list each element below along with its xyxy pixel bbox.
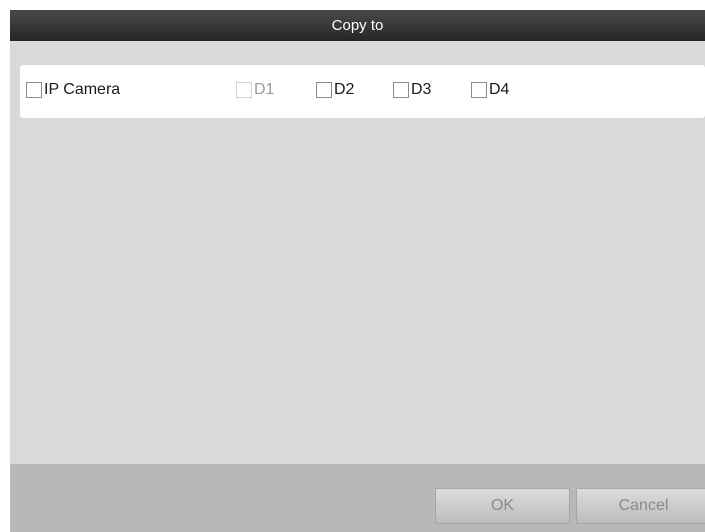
- ok-button[interactable]: OK: [435, 488, 570, 524]
- checkbox-icon: [26, 82, 42, 98]
- channel-d2-checkbox[interactable]: D2: [316, 80, 354, 100]
- channel-label: D2: [334, 81, 355, 98]
- channel-label: D3: [411, 81, 432, 98]
- dialog-title: Copy to: [10, 10, 705, 41]
- ip-camera-checkbox[interactable]: IP Camera: [26, 80, 120, 100]
- channel-selection-row: IP Camera D1 D2 D3 D4: [20, 65, 705, 118]
- checkbox-icon: [316, 82, 332, 98]
- channel-label: D4: [489, 81, 510, 98]
- channel-label: D1: [254, 81, 275, 98]
- copy-to-dialog: Copy to IP Camera D1 D2 D3 D4 OK Cancel: [10, 10, 705, 532]
- ip-camera-label: IP Camera: [44, 81, 121, 98]
- checkbox-icon: [471, 82, 487, 98]
- channel-d4-checkbox[interactable]: D4: [471, 80, 509, 100]
- checkbox-icon: [393, 82, 409, 98]
- checkbox-icon: [236, 82, 252, 98]
- channel-d1-checkbox: D1: [236, 80, 274, 100]
- channel-d3-checkbox[interactable]: D3: [393, 80, 431, 100]
- cancel-button[interactable]: Cancel: [576, 488, 705, 524]
- dialog-footer: OK Cancel: [10, 464, 705, 532]
